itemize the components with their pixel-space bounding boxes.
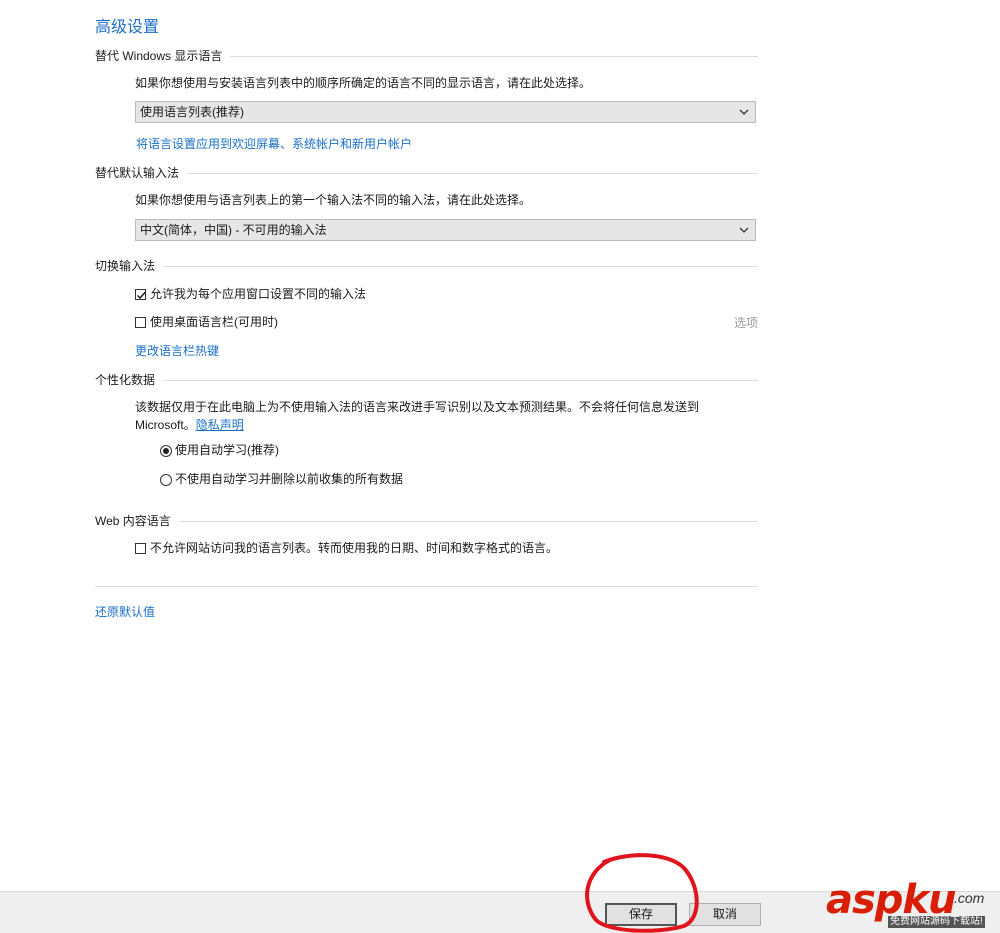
personalization-description-line1: 该数据仅用于在此电脑上为不使用输入法的语言来改进手写识别以及文本预测结果。不会将… [135, 400, 700, 414]
display-language-heading: 替代 Windows 显示语言 [95, 47, 231, 65]
input-method-selected: 中文(简体，中国) - 不可用的输入法 [140, 223, 327, 237]
section-divider [95, 521, 758, 522]
display-language-selected: 使用语言列表(推荐) [140, 105, 244, 119]
privacy-statement-link[interactable]: 隐私声明 [196, 418, 244, 432]
no-auto-learning-radio[interactable] [160, 474, 172, 486]
chevron-down-icon [739, 109, 749, 115]
per-app-input-label: 允许我为每个应用窗口设置不同的输入法 [150, 287, 367, 301]
personalization-section-header: 个性化数据 [95, 371, 758, 391]
input-method-section-header: 替代默认输入法 [95, 164, 758, 184]
watermark-domain: .com [954, 890, 985, 906]
block-website-language-label: 不允许网站访问我的语言列表。转而使用我的日期、时间和数字格式的语言。 [150, 541, 559, 555]
auto-learning-radio[interactable] [160, 445, 172, 457]
display-language-section-header: 替代 Windows 显示语言 [95, 47, 758, 67]
switch-input-section-header: 切换输入法 [95, 257, 758, 277]
page-title: 高级设置 [95, 19, 160, 36]
section-divider [95, 173, 758, 174]
block-website-language-checkbox[interactable] [135, 543, 146, 554]
input-method-dropdown[interactable]: 中文(简体，中国) - 不可用的输入法 [135, 219, 756, 241]
language-bar-checkbox[interactable] [135, 317, 146, 328]
language-bar-label: 使用桌面语言栏(可用时) [150, 315, 278, 329]
language-bar-options-link[interactable]: 选项 [734, 314, 758, 331]
microsoft-text: Microsoft。 [135, 418, 196, 432]
auto-learning-label: 使用自动学习(推荐) [175, 443, 279, 457]
section-divider [95, 380, 758, 381]
switch-input-heading: 切换输入法 [95, 257, 164, 275]
watermark-tagline: 免费网站源码下载站! [888, 916, 985, 928]
radio-selected-dot [163, 448, 169, 454]
web-content-section-header: Web 内容语言 [95, 512, 758, 532]
restore-defaults-link[interactable]: 还原默认值 [95, 603, 155, 620]
personalization-description-line2: Microsoft。隐私声明 [135, 416, 735, 434]
chevron-down-icon [739, 227, 749, 233]
display-language-dropdown[interactable]: 使用语言列表(推荐) [135, 101, 756, 123]
change-hotkey-link[interactable]: 更改语言栏热键 [135, 342, 219, 359]
annotation-circle [585, 853, 699, 933]
web-content-heading: Web 内容语言 [95, 512, 179, 530]
personalization-heading: 个性化数据 [95, 371, 164, 389]
per-app-input-checkbox[interactable] [135, 289, 146, 300]
bottom-divider [95, 586, 758, 587]
display-language-description: 如果你想使用与安装语言列表中的顺序所确定的语言不同的显示语言，请在此处选择。 [135, 76, 592, 90]
no-auto-learning-label: 不使用自动学习并删除以前收集的所有数据 [175, 472, 404, 486]
checkmark-icon [137, 291, 146, 299]
aspku-watermark: aspku .com 免费网站源码下载站! [826, 878, 994, 930]
input-method-heading: 替代默认输入法 [95, 164, 188, 182]
apply-language-settings-link[interactable]: 将语言设置应用到欢迎屏幕、系统帐户和新用户帐户 [136, 135, 412, 152]
section-divider [95, 266, 758, 267]
personalization-description: 该数据仅用于在此电脑上为不使用输入法的语言来改进手写识别以及文本预测结果。不会将… [135, 398, 735, 434]
input-method-description: 如果你想使用与语言列表上的第一个输入法不同的输入法，请在此处选择。 [135, 193, 532, 207]
